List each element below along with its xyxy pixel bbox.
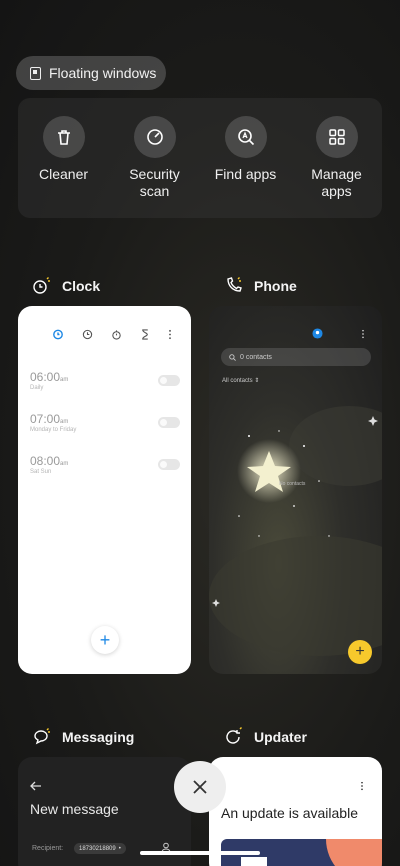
clock-title: Clock [62,278,101,294]
more-options-icon[interactable] [168,329,172,340]
alarm-days: Sat Sun [30,469,52,475]
phone-card-header[interactable]: Phone [224,276,297,296]
trash-icon [57,130,70,145]
phone-app-icon [227,277,242,292]
messaging-app-icon [34,728,50,745]
alarm-toggle[interactable] [158,459,180,470]
close-icon [193,780,207,794]
floating-window-icon [30,66,41,80]
no-contacts-text: No contacts [279,481,306,487]
alarm-days: Daily [30,385,44,391]
remove-recipient-icon[interactable]: • [119,846,121,852]
security-scan-icon [146,129,163,145]
alarm-time: 06:00 [30,370,61,384]
alarm-days: Monday to Friday [30,427,77,433]
find-apps-button[interactable]: Find apps [202,116,290,218]
world-clock-tab-icon[interactable] [82,329,93,340]
updater-title: Updater [254,729,307,745]
find-apps-icon [237,129,254,146]
star-illustration [209,406,382,656]
floating-windows-button[interactable]: Floating windows [16,56,166,90]
recipient-label: Recipient: [32,845,64,852]
alarm-item[interactable]: 08:00am Sat Sun [30,454,180,484]
clock-tabs [52,328,172,340]
alarm-toggle[interactable] [158,375,180,386]
update-available-heading: An update is available [221,805,358,821]
alarm-tab-icon[interactable] [52,328,64,340]
timer-tab-icon[interactable] [140,328,150,340]
messaging-title: Messaging [62,729,135,745]
recipient-number: 18730218809 [79,845,116,852]
find-apps-label: Find apps [214,166,277,182]
alarm-time: 08:00 [30,454,61,468]
alarm-ampm: am [60,377,69,383]
updater-app-preview[interactable]: An update is available [209,757,382,866]
alarm-toggle[interactable] [158,417,180,428]
phone-app-preview[interactable]: 0 contacts All contacts ⇕ No contacts + [209,306,382,674]
updater-app-icon [226,727,242,744]
quick-tools-panel: Cleaner Security scan Find apps Manage a… [18,98,382,218]
add-alarm-button[interactable]: + [91,626,119,654]
new-message-heading: New message [30,801,119,817]
alarm-time: 07:00 [30,412,61,426]
clock-app-icon [33,277,50,294]
alarm-item[interactable]: 06:00am Daily [30,370,180,400]
manage-apps-button[interactable]: Manage apps [293,116,381,218]
messaging-card-header[interactable]: Messaging [32,727,134,747]
alarm-ampm: am [60,461,69,467]
dial-button[interactable]: + [348,640,372,664]
clock-card-header[interactable]: Clock [32,276,100,296]
alarm-item[interactable]: 07:00am Monday to Friday [30,412,180,442]
close-all-button[interactable] [174,761,226,813]
clock-app-preview[interactable]: 06:00am Daily 07:00am Monday to Friday 0… [18,306,191,674]
messaging-app-preview[interactable]: New message Recipient: 18730218809 • [18,757,191,866]
stopwatch-tab-icon[interactable] [111,329,122,340]
recipient-chip[interactable]: 18730218809 • [74,843,126,854]
floating-windows-label: Floating windows [49,65,157,81]
manage-apps-label: Manage apps [311,166,362,199]
home-indicator[interactable] [140,851,260,855]
updater-card-header[interactable]: Updater [224,727,307,747]
alarm-ampm: am [60,419,69,425]
back-arrow-icon[interactable] [30,781,42,791]
security-scan-button[interactable]: Security scan [111,116,199,218]
grid-icon [328,129,345,145]
cleaner-label: Cleaner [38,166,89,182]
security-scan-label: Security scan [129,166,180,199]
cleaner-button[interactable]: Cleaner [20,116,108,218]
phone-title: Phone [254,278,297,294]
more-options-icon[interactable] [360,781,364,791]
